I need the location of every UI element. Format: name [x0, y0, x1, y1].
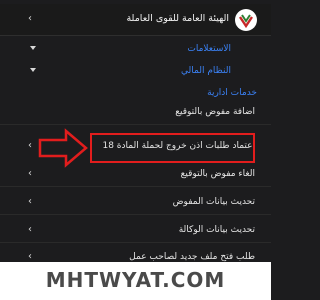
section-financial-system[interactable]: النظام المالي [0, 62, 271, 84]
header-title: الهيئة العامة للقوى العاملة [126, 13, 229, 24]
menu-item-label: تحديث بيانات الوكالة [178, 225, 255, 235]
menu-item-add-signatory[interactable]: اضافة مفوض بالتوقيع [0, 101, 271, 125]
chevron-right-icon: › [28, 196, 32, 207]
menu-item-label: اضافة مفوض بالتوقيع [175, 107, 255, 117]
menu-item-update-delegate[interactable]: تحديث بيانات المفوض › [0, 191, 271, 215]
chevron-right-icon: › [28, 251, 32, 262]
watermark-text: MHTWYAT.COM [45, 268, 226, 292]
manpower-authority-logo [235, 9, 257, 31]
highlight-box [90, 133, 255, 163]
caret-down-icon [30, 46, 36, 50]
chevron-right-icon: › [28, 140, 32, 151]
section-label: النظام المالي [181, 66, 231, 76]
group-admin-services: خدمات ادارية [0, 86, 271, 100]
menu-header[interactable]: الهيئة العامة للقوى العاملة › [0, 4, 271, 36]
watermark-banner: MHTWYAT.COM [0, 262, 271, 300]
menu-item-label: الغاء مفوض بالتوقيع [180, 169, 255, 179]
red-arrow-icon [38, 128, 88, 168]
chevron-right-icon: › [28, 13, 32, 24]
menu-item-update-agency[interactable]: تحديث بيانات الوكالة › [0, 219, 271, 243]
menu-item-label: تحديث بيانات المفوض [172, 197, 255, 207]
menu-item-label: طلب فتح ملف جديد لصاحب عمل [129, 252, 255, 262]
chevron-right-icon: › [28, 168, 32, 179]
group-label: خدمات ادارية [207, 88, 257, 98]
chevron-right-icon: › [28, 224, 32, 235]
app-screen: الهيئة العامة للقوى العاملة › الاستعلاما… [0, 0, 271, 300]
section-inquiries[interactable]: الاستعلامات [0, 40, 271, 62]
section-label: الاستعلامات [187, 44, 231, 54]
caret-down-icon [30, 68, 36, 72]
